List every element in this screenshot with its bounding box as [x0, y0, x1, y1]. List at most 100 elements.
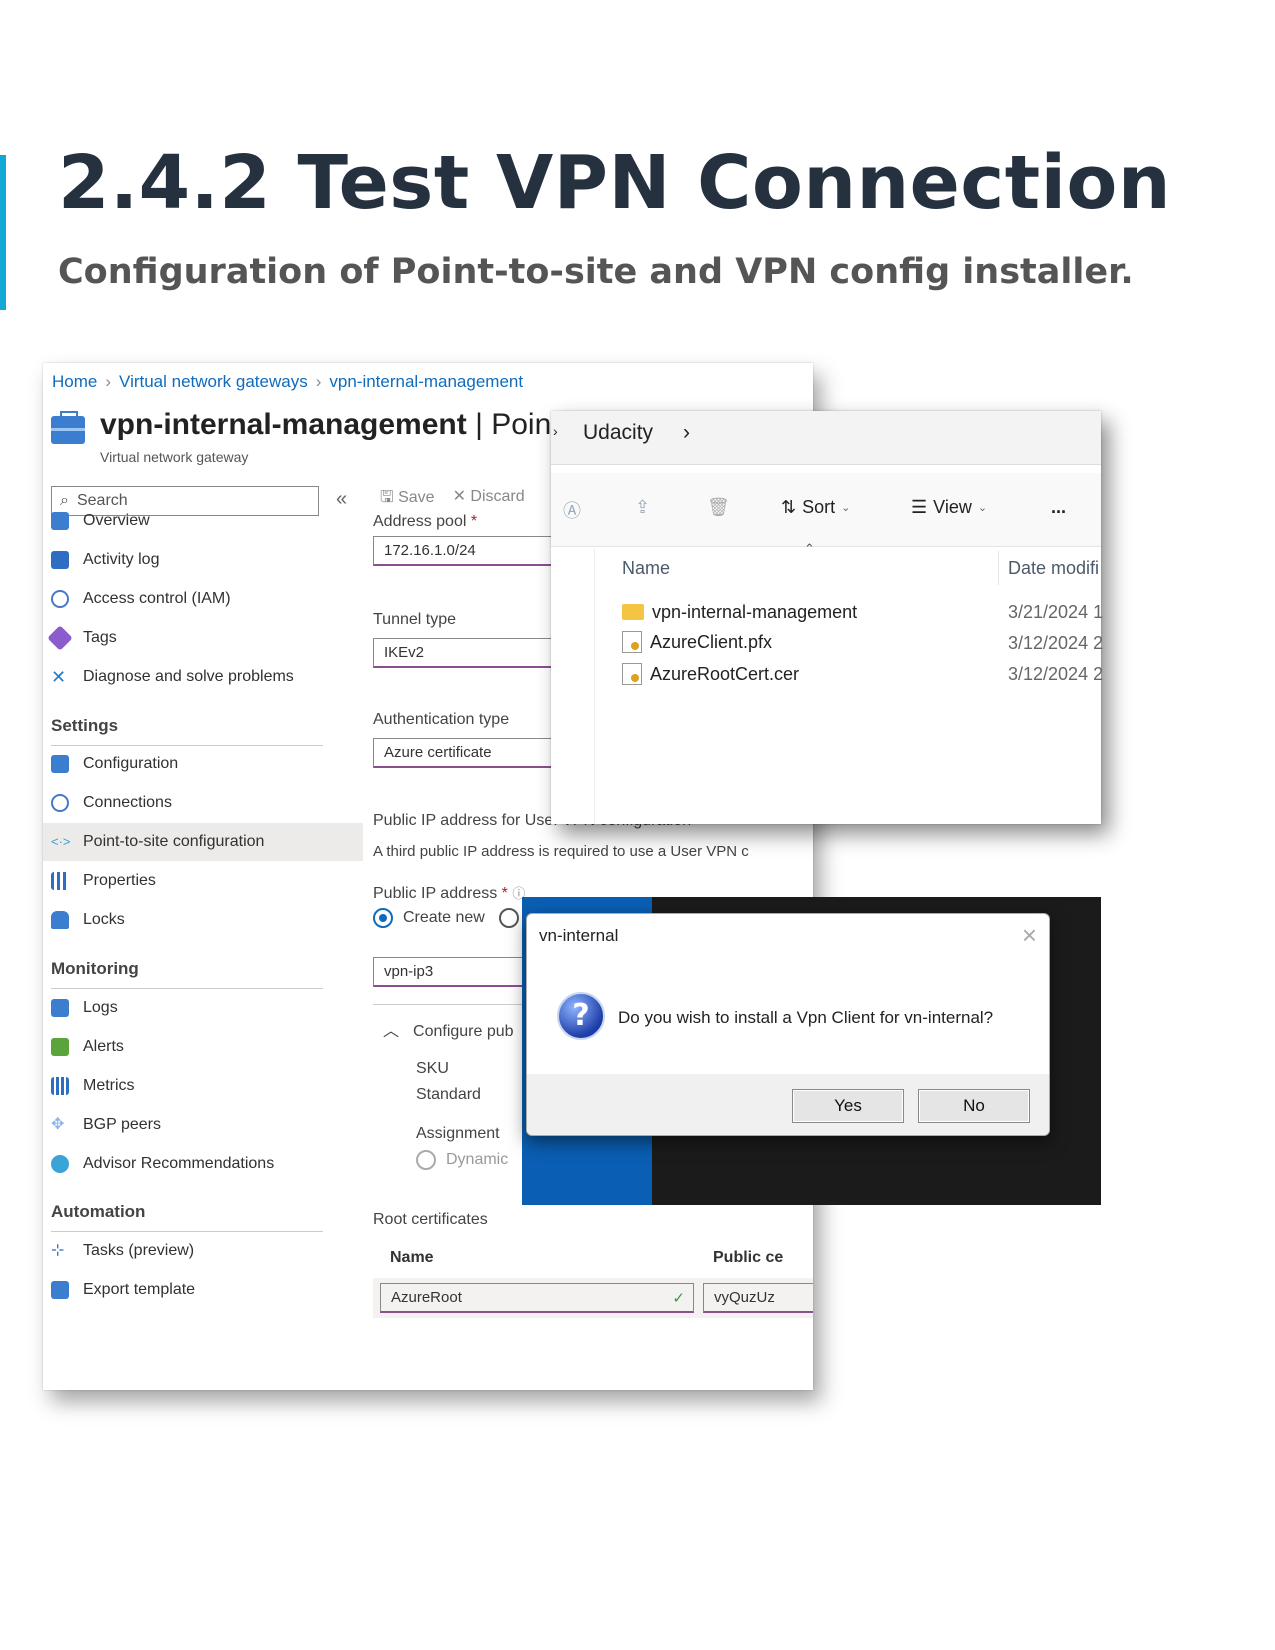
sidebar-item-activity-log[interactable]: Activity log	[43, 541, 363, 579]
dynamic-radio[interactable]: Dynamic	[416, 1150, 508, 1170]
sidebar-item-label: Logs	[83, 999, 118, 1016]
discard-button[interactable]: ✕ Discard	[453, 486, 525, 513]
sidebar-item-label: Access control (IAM)	[83, 590, 231, 607]
view-button[interactable]: ☰ View ⌄	[911, 497, 987, 518]
rename-icon[interactable]: Ⓐ	[563, 497, 581, 523]
column-name: Name	[390, 1249, 434, 1266]
bgp-peers-icon: ✥	[51, 1116, 65, 1133]
dialog-title: vn-internal	[539, 926, 619, 945]
sidebar-item-configuration[interactable]: Configuration	[43, 745, 363, 783]
sidebar-item-logs[interactable]: Logs	[43, 989, 363, 1027]
nav-section-settings: Settings	[51, 716, 323, 746]
file-row[interactable]: AzureClient.pfx	[622, 627, 772, 657]
connections-icon	[51, 794, 69, 812]
discard-label: Discard	[470, 488, 525, 505]
cert-name-input[interactable]: AzureRoot ✓	[380, 1283, 694, 1313]
check-icon: ✓	[672, 1290, 685, 1307]
sort-icon: ⇅	[781, 497, 797, 517]
sidebar-item-iam[interactable]: Access control (IAM)	[43, 580, 363, 618]
sidebar-item-tasks[interactable]: ⊹ Tasks (preview)	[43, 1232, 363, 1270]
page-title: 2.4.2 Test VPN Connection	[58, 140, 1171, 226]
sidebar-item-connections[interactable]: Connections	[43, 784, 363, 822]
pane-divider	[594, 548, 595, 824]
resource-type: Virtual network gateway	[100, 449, 249, 465]
delete-icon[interactable]: 🗑	[707, 497, 730, 518]
sidebar-item-point-to-site[interactable]: <·> Point-to-site configuration	[43, 823, 363, 861]
chevron-down-icon: ⌄	[977, 502, 988, 514]
cert-data-input[interactable]: vyQuzUz	[703, 1283, 813, 1313]
configure-public-ip-toggle[interactable]: ︿ Configure pub	[383, 1017, 514, 1041]
dialog-message: Do you wish to install a Vpn Client for …	[618, 1008, 994, 1027]
address-pool-label: Address pool *	[373, 513, 478, 530]
certificate-file-icon	[622, 663, 642, 685]
configuration-icon	[51, 755, 69, 773]
chevron-down-icon: ⌄	[841, 502, 851, 514]
chevron-up-icon: ︿	[383, 1023, 400, 1040]
no-button[interactable]: No	[918, 1089, 1030, 1123]
sidebar-item-label: Overview	[83, 512, 150, 529]
logs-icon	[51, 999, 69, 1017]
save-button[interactable]: 🖫 Save	[380, 486, 435, 513]
column-public-cert: Public ce	[713, 1249, 784, 1266]
file-explorer-window: › Udacity › Ⓐ ⇪ 🗑 ⇅ Sort ⌄ ☰ View ⌄ ... Name ⌃…	[551, 411, 1104, 824]
tasks-icon: ⊹	[51, 1242, 65, 1259]
breadcrumb-gateways[interactable]: Virtual network gateways	[119, 372, 308, 391]
page-subtitle: Configuration of Point-to-site and VPN c…	[58, 252, 1134, 292]
folder-icon	[622, 604, 644, 620]
radio-unselected-icon	[416, 1150, 436, 1170]
sidebar-item-label: BGP peers	[83, 1116, 161, 1133]
sidebar-item-label: Metrics	[83, 1077, 135, 1094]
share-icon[interactable]: ⇪	[635, 497, 650, 518]
chevron-right-icon: ›	[683, 421, 691, 444]
sidebar-item-label: Advisor Recommendations	[83, 1155, 275, 1172]
sidebar-item-label: Diagnose and solve problems	[83, 668, 294, 685]
close-icon[interactable]: ×	[1022, 920, 1037, 951]
sort-up-icon: ⌃	[804, 541, 815, 556]
file-row[interactable]: AzureRootCert.cer	[622, 659, 799, 689]
tag-icon	[47, 625, 73, 651]
sidebar-item-properties[interactable]: Properties	[43, 862, 363, 900]
sidebar-item-alerts[interactable]: Alerts	[43, 1028, 363, 1066]
column-date[interactable]: Date modifi	[1008, 558, 1099, 579]
yes-button[interactable]: Yes	[792, 1089, 904, 1123]
more-options-button[interactable]: ...	[1051, 497, 1066, 518]
sidebar-item-metrics[interactable]: Metrics	[43, 1067, 363, 1105]
sidebar-item-label: Configuration	[83, 755, 179, 772]
nav-section-monitoring: Monitoring	[51, 959, 323, 989]
breadcrumb: Home › Virtual network gateways › vpn-intern…	[52, 372, 523, 392]
sku-label: SKU	[416, 1060, 449, 1077]
path-segment[interactable]: Udacity	[583, 421, 653, 444]
properties-icon	[51, 872, 69, 890]
file-date: 3/21/2024 1	[1008, 602, 1104, 622]
sidebar-item-label: Tasks (preview)	[83, 1242, 195, 1259]
create-new-radio[interactable]: Create new	[373, 908, 529, 928]
radio-use-existing[interactable]	[498, 908, 519, 928]
sidebar-item-diagnose[interactable]: ✕ Diagnose and solve problems	[43, 658, 363, 696]
sort-button[interactable]: ⇅ Sort ⌄	[781, 497, 850, 518]
sidebar-item-tags[interactable]: Tags	[43, 619, 363, 657]
accent-bar	[0, 155, 6, 310]
file-row[interactable]: vpn-internal-management	[622, 597, 857, 627]
public-ip-note: A third public IP address is required to…	[373, 843, 749, 860]
users-icon	[51, 590, 69, 608]
sidebar-item-export-template[interactable]: Export template	[43, 1271, 363, 1309]
root-certificates-label: Root certificates	[373, 1211, 488, 1228]
sku-value: Standard	[416, 1086, 481, 1103]
sidebar-item-advisor[interactable]: Advisor Recommendations	[43, 1145, 363, 1183]
auth-type-label: Authentication type	[373, 711, 510, 728]
sidebar-item-overview[interactable]: Overview	[43, 502, 363, 540]
sidebar-item-label: Properties	[83, 872, 156, 889]
address-bar[interactable]: › Udacity ›	[551, 411, 1101, 465]
public-ip-name-input[interactable]: vpn-ip3	[373, 957, 533, 987]
wrench-icon: ✕	[51, 667, 67, 687]
sidebar-item-label: Connections	[83, 794, 172, 811]
breadcrumb-resource[interactable]: vpn-internal-management	[329, 372, 523, 391]
sidebar-item-bgp-peers[interactable]: ✥ BGP peers	[43, 1106, 363, 1144]
column-name[interactable]: Name	[622, 558, 670, 579]
sidebar-item-locks[interactable]: Locks	[43, 901, 363, 939]
chevron-right-icon: ›	[553, 423, 558, 439]
sidebar-item-label: Locks	[83, 911, 125, 928]
breadcrumb-home[interactable]: Home	[52, 372, 97, 391]
nav-section-automation: Automation	[51, 1202, 323, 1232]
sidebar-item-label: Tags	[83, 629, 117, 646]
